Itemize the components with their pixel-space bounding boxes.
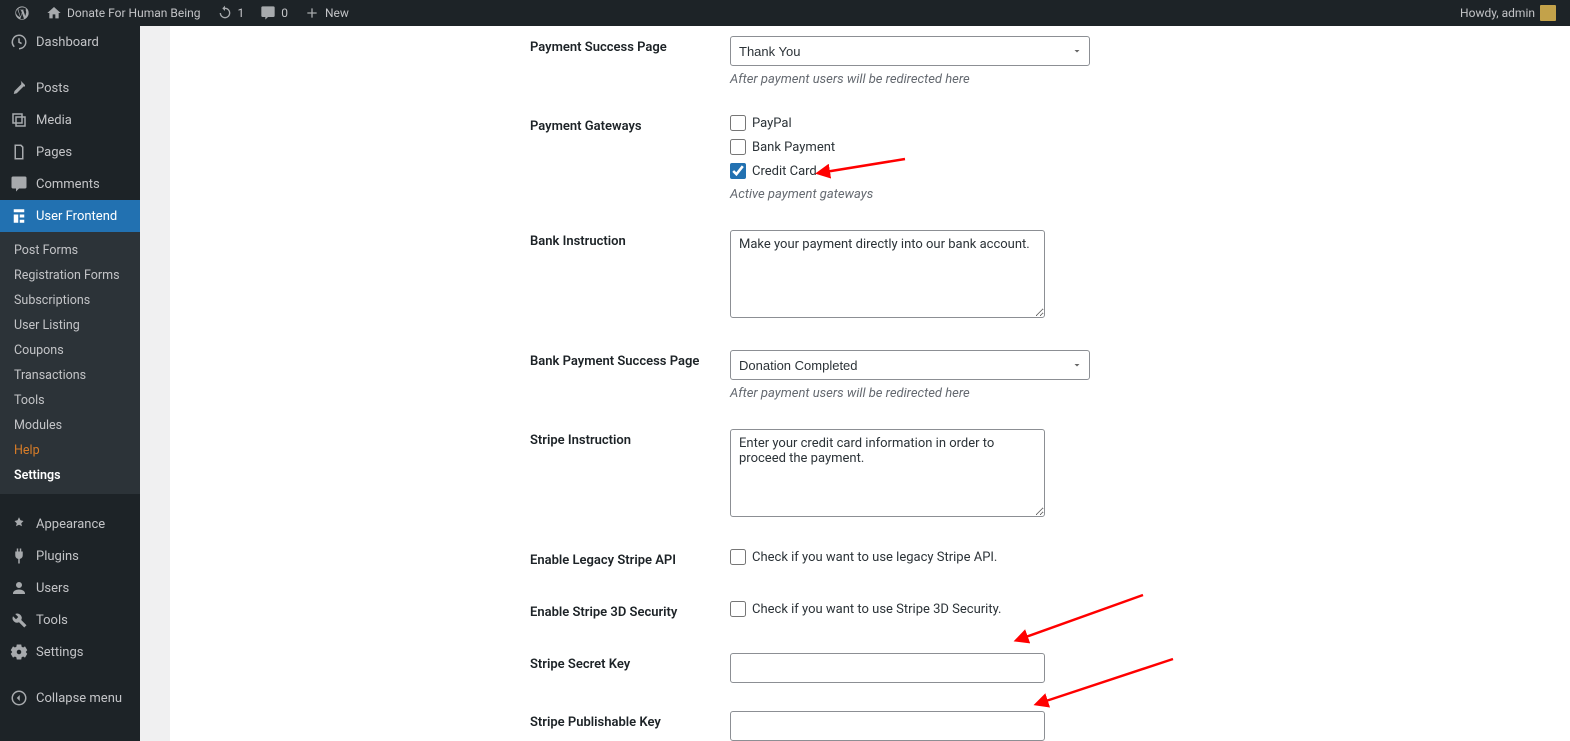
- label-stripe-3d: Enable Stripe 3D Security: [530, 601, 730, 620]
- checkbox-legacy-api[interactable]: [730, 549, 746, 565]
- label-stripe-instruction: Stripe Instruction: [530, 429, 730, 448]
- checkbox-paypal[interactable]: [730, 115, 746, 131]
- site-name: Donate For Human Being: [67, 6, 201, 20]
- textarea-bank-instruction[interactable]: [730, 230, 1045, 318]
- submenu-modules[interactable]: Modules: [0, 413, 140, 438]
- submenu-post-forms[interactable]: Post Forms: [0, 238, 140, 263]
- updates-icon: [217, 5, 233, 21]
- checkbox-stripe-3d[interactable]: [730, 601, 746, 617]
- submenu-help[interactable]: Help: [0, 438, 140, 463]
- input-pub-key[interactable]: [730, 711, 1045, 741]
- label-bank-instruction: Bank Instruction: [530, 230, 730, 249]
- help-payment-gateways: Active payment gateways: [730, 187, 1090, 202]
- submenu-tools[interactable]: Tools: [0, 388, 140, 413]
- help-bank-success-page: After payment users will be redirected h…: [730, 386, 1090, 401]
- comment-icon: [260, 5, 276, 21]
- menu-tools[interactable]: Tools: [0, 604, 140, 636]
- menu-users[interactable]: Users: [0, 572, 140, 604]
- comments-count: 0: [281, 6, 288, 20]
- label-legacy-api-check[interactable]: Check if you want to use legacy Stripe A…: [752, 550, 997, 565]
- updates-count: 1: [238, 6, 245, 20]
- row-stripe-instruction: Stripe Instruction: [530, 429, 1570, 521]
- menu-comments[interactable]: Comments: [0, 168, 140, 200]
- textarea-stripe-instruction[interactable]: [730, 429, 1045, 517]
- wp-logo[interactable]: [6, 0, 38, 26]
- label-legacy-api: Enable Legacy Stripe API: [530, 549, 730, 568]
- input-secret-key[interactable]: [730, 653, 1045, 683]
- menu-plugins[interactable]: Plugins: [0, 540, 140, 572]
- menu-pages[interactable]: Pages: [0, 136, 140, 168]
- label-bank-payment[interactable]: Bank Payment: [752, 140, 835, 155]
- row-payment-gateways: Payment Gateways PayPal Bank Payment Cre…: [530, 115, 1570, 202]
- checkbox-credit-card[interactable]: [730, 163, 746, 179]
- admin-bar: Donate For Human Being 1 0 New Howdy, ad…: [0, 0, 1570, 26]
- avatar: [1540, 5, 1556, 21]
- new-label: New: [325, 6, 349, 20]
- label-secret-key: Stripe Secret Key: [530, 653, 730, 672]
- submenu-subscriptions[interactable]: Subscriptions: [0, 288, 140, 313]
- label-paypal[interactable]: PayPal: [752, 116, 792, 131]
- content-area: Payment Success Page Thank You After pay…: [140, 26, 1570, 741]
- site-name-link[interactable]: Donate For Human Being: [38, 0, 209, 26]
- submenu-transactions[interactable]: Transactions: [0, 363, 140, 388]
- label-payment-gateways: Payment Gateways: [530, 115, 730, 134]
- row-stripe-3d: Enable Stripe 3D Security Check if you w…: [530, 601, 1570, 625]
- select-bank-success-page[interactable]: Donation Completed: [730, 350, 1090, 380]
- account-link[interactable]: Howdy, admin: [1452, 0, 1564, 26]
- submenu-user-listing[interactable]: User Listing: [0, 313, 140, 338]
- menu-dashboard[interactable]: Dashboard: [0, 26, 140, 58]
- label-payment-success-page: Payment Success Page: [530, 36, 730, 55]
- row-secret-key: Stripe Secret Key: [530, 653, 1570, 683]
- select-payment-success-page[interactable]: Thank You: [730, 36, 1090, 66]
- collapse-menu[interactable]: Collapse menu: [0, 682, 140, 714]
- howdy-text: Howdy, admin: [1460, 6, 1535, 20]
- row-pub-key: Stripe Publishable Key: [530, 711, 1570, 741]
- home-icon: [46, 5, 62, 21]
- row-bank-instruction: Bank Instruction: [530, 230, 1570, 322]
- label-stripe-3d-check[interactable]: Check if you want to use Stripe 3D Secur…: [752, 602, 1001, 617]
- menu-media[interactable]: Media: [0, 104, 140, 136]
- label-credit-card[interactable]: Credit Card: [752, 164, 817, 179]
- menu-appearance[interactable]: Appearance: [0, 508, 140, 540]
- submenu-registration-forms[interactable]: Registration Forms: [0, 263, 140, 288]
- menu-posts[interactable]: Posts: [0, 72, 140, 104]
- admin-sidebar: Dashboard Posts Media Pages Comments Use…: [0, 26, 140, 741]
- comments-link[interactable]: 0: [252, 0, 296, 26]
- label-pub-key: Stripe Publishable Key: [530, 711, 730, 730]
- submenu-user-frontend: Post Forms Registration Forms Subscripti…: [0, 232, 140, 494]
- checkbox-bank-payment[interactable]: [730, 139, 746, 155]
- row-payment-success-page: Payment Success Page Thank You After pay…: [530, 36, 1570, 87]
- new-link[interactable]: New: [296, 0, 357, 26]
- row-bank-success-page: Bank Payment Success Page Donation Compl…: [530, 350, 1570, 401]
- row-legacy-api: Enable Legacy Stripe API Check if you wa…: [530, 549, 1570, 573]
- submenu-settings[interactable]: Settings: [0, 463, 140, 488]
- menu-settings[interactable]: Settings: [0, 636, 140, 668]
- label-bank-success-page: Bank Payment Success Page: [530, 350, 730, 369]
- plus-icon: [304, 5, 320, 21]
- help-payment-success-page: After payment users will be redirected h…: [730, 72, 1090, 87]
- updates-link[interactable]: 1: [209, 0, 253, 26]
- menu-user-frontend[interactable]: User Frontend: [0, 200, 140, 232]
- submenu-coupons[interactable]: Coupons: [0, 338, 140, 363]
